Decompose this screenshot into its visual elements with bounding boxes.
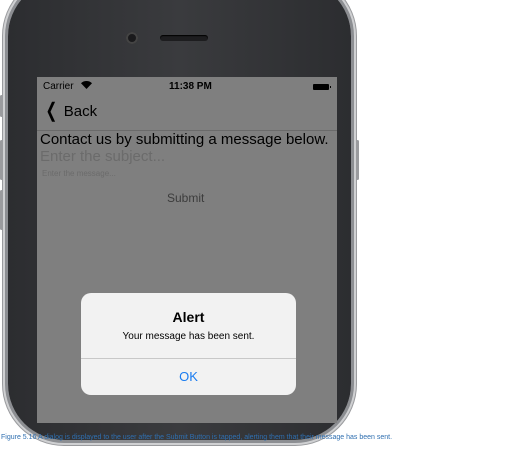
screen: Carrier 11:38 PM ❮ Back Contact us by su… [37,77,337,423]
alert-title: Alert [172,309,205,325]
back-label: Back [63,102,98,120]
message-input[interactable]: Enter the message... [42,169,116,178]
clock: 11:38 PM [169,81,212,92]
form-heading: Contact us by submitting a message below… [40,131,329,148]
power-button [356,140,359,180]
carrier-label: Carrier [43,81,74,92]
volume-down-button [0,190,3,230]
ok-button[interactable]: OK [81,359,296,395]
battery-icon [313,84,331,90]
earpiece-speaker [160,35,208,41]
status-bar: Carrier 11:38 PM [37,77,337,97]
wifi-icon [81,81,92,91]
chevron-left-icon: ❮ [45,100,58,122]
submit-button[interactable]: Submit [167,191,204,205]
alert-dialog: Alert Your message has been sent. OK [81,293,296,395]
phone-frame: Carrier 11:38 PM ❮ Back Contact us by su… [0,0,359,440]
subject-input[interactable]: Enter the subject... [40,148,165,165]
mute-switch [0,95,3,117]
navigation-bar: ❮ Back [37,97,337,131]
front-camera-icon [126,32,138,44]
back-button[interactable]: ❮ Back [43,100,98,122]
figure-caption: Figure 5.16 A dialog is displayed to the… [1,434,393,441]
volume-up-button [0,140,3,180]
alert-message: Your message has been sent. [122,331,255,342]
